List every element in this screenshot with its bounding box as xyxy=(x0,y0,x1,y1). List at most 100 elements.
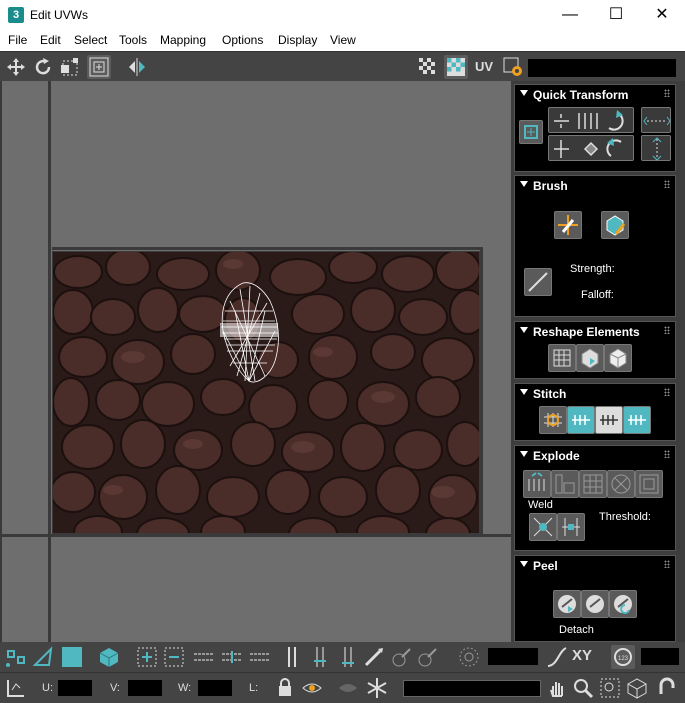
grip-icon[interactable] xyxy=(664,180,670,188)
zoom-extents-icon[interactable] xyxy=(625,676,649,700)
brush-relax-button[interactable] xyxy=(601,211,629,239)
relax-element-button[interactable] xyxy=(576,344,604,372)
checker-icon[interactable] xyxy=(416,55,440,79)
close-button[interactable]: ✕ xyxy=(639,0,685,31)
menu-view[interactable]: View xyxy=(330,33,356,47)
minimize-button[interactable]: — xyxy=(547,0,593,31)
select-element-icon[interactable] xyxy=(97,645,121,669)
zoom-region-icon[interactable] xyxy=(598,676,622,700)
rollout-title-explode[interactable]: Explode xyxy=(533,449,580,463)
grip-icon[interactable] xyxy=(664,326,670,334)
falloff-curve-icon[interactable] xyxy=(545,645,569,669)
select-vertex-icon[interactable] xyxy=(4,645,28,669)
uv-wireframe[interactable] xyxy=(215,281,290,386)
soft-selection-icon[interactable] xyxy=(457,645,481,669)
grip-icon[interactable] xyxy=(664,89,670,97)
lock-icon[interactable] xyxy=(273,676,297,700)
weld-target-button[interactable] xyxy=(557,513,585,541)
select-edge-icon[interactable] xyxy=(31,645,55,669)
weld-selected-button[interactable] xyxy=(529,513,557,541)
mirror-icon[interactable] xyxy=(125,55,149,79)
brush-falloff-button[interactable] xyxy=(524,268,552,296)
freeform-icon[interactable] xyxy=(58,55,82,79)
ring-shrink-icon[interactable] xyxy=(336,645,360,669)
stitch-average-button[interactable] xyxy=(595,406,623,434)
edge-distance-field[interactable] xyxy=(641,648,679,665)
stitch-source-button[interactable] xyxy=(567,406,595,434)
menu-display[interactable]: Display xyxy=(278,33,317,47)
filter-field[interactable] xyxy=(403,680,541,697)
grip-icon[interactable] xyxy=(664,450,670,458)
menu-select[interactable]: Select xyxy=(74,33,107,47)
collapse-arrow-icon[interactable] xyxy=(520,90,528,96)
w-field[interactable] xyxy=(198,680,232,696)
menu-edit[interactable]: Edit xyxy=(40,33,61,47)
stitch-custom-button[interactable] xyxy=(539,406,567,434)
straighten-button[interactable] xyxy=(548,344,576,372)
uv-label[interactable]: UV xyxy=(475,59,493,74)
checker-active-icon[interactable] xyxy=(444,55,468,79)
scale-icon[interactable] xyxy=(87,55,111,79)
eye-icon[interactable] xyxy=(300,676,324,700)
hide-icon[interactable] xyxy=(336,676,360,700)
collapse-arrow-icon[interactable] xyxy=(520,389,528,395)
explode-pattern-button[interactable] xyxy=(607,470,635,498)
select-face-icon[interactable] xyxy=(60,645,84,669)
freeze-icon[interactable] xyxy=(365,676,389,700)
panel-scrollbar[interactable] xyxy=(678,81,684,642)
rollout-title-reshape[interactable]: Reshape Elements xyxy=(533,325,640,339)
zoom-icon[interactable] xyxy=(571,676,595,700)
quick-peel-button[interactable] xyxy=(553,590,581,618)
collapse-arrow-icon[interactable] xyxy=(520,181,528,187)
shrink-selection-icon[interactable] xyxy=(162,645,186,669)
rotate-icon[interactable] xyxy=(31,55,55,79)
stitch-target-button[interactable] xyxy=(623,406,651,434)
reset-peel-button[interactable] xyxy=(609,590,637,618)
menu-file[interactable]: File xyxy=(8,33,27,47)
paint-shrink-icon[interactable] xyxy=(416,645,440,669)
rollout-title-stitch[interactable]: Stitch xyxy=(533,387,566,401)
align-pivot-button[interactable] xyxy=(519,120,543,144)
align-vertical-button[interactable] xyxy=(641,135,671,161)
collapse-arrow-icon[interactable] xyxy=(520,451,528,457)
xy-label[interactable]: XY xyxy=(572,647,602,671)
ring-icon[interactable] xyxy=(280,645,304,669)
collapse-arrow-icon[interactable] xyxy=(520,561,528,567)
uv-viewport[interactable] xyxy=(0,81,511,642)
cube-button[interactable] xyxy=(604,344,632,372)
absolute-offset-icon[interactable] xyxy=(4,676,28,700)
rollout-title-peel[interactable]: Peel xyxy=(533,559,558,573)
paint-select-icon[interactable] xyxy=(362,645,386,669)
falloff-field[interactable] xyxy=(488,648,538,665)
explode-flatten-button[interactable] xyxy=(635,470,663,498)
v-field[interactable] xyxy=(128,680,162,696)
rollout-title-brush[interactable]: Brush xyxy=(533,179,568,193)
loop-icon[interactable] xyxy=(192,645,216,669)
grip-icon[interactable] xyxy=(664,560,670,568)
peel-mode-button[interactable] xyxy=(581,590,609,618)
move-icon[interactable] xyxy=(4,55,28,79)
maximize-button[interactable]: ☐ xyxy=(593,0,639,31)
brush-move-button[interactable] xyxy=(554,211,582,239)
pan-icon[interactable] xyxy=(545,676,569,700)
loop-shrink-icon[interactable] xyxy=(248,645,272,669)
menu-tools[interactable]: Tools xyxy=(119,33,147,47)
texture-dropdown[interactable] xyxy=(528,59,676,77)
menu-options[interactable]: Options xyxy=(222,33,263,47)
ring-grow-icon[interactable] xyxy=(308,645,332,669)
edge-distance-icon[interactable]: 123 xyxy=(611,645,635,669)
explode-by-material-button[interactable] xyxy=(551,470,579,498)
explode-grid-button[interactable] xyxy=(579,470,607,498)
grip-icon[interactable] xyxy=(664,388,670,396)
menu-mapping[interactable]: Mapping xyxy=(160,33,206,47)
explode-by-smoothing-button[interactable] xyxy=(523,470,551,498)
loop-grow-icon[interactable] xyxy=(220,645,244,669)
collapse-arrow-icon[interactable] xyxy=(520,327,528,333)
snap-icon[interactable] xyxy=(655,676,679,700)
rollout-title-quick-transform[interactable]: Quick Transform xyxy=(533,88,628,102)
grow-selection-icon[interactable] xyxy=(135,645,159,669)
settings-icon[interactable] xyxy=(501,55,525,79)
paint-grow-icon[interactable] xyxy=(390,645,414,669)
align-horizontal-button[interactable] xyxy=(641,107,671,133)
u-field[interactable] xyxy=(58,680,92,696)
